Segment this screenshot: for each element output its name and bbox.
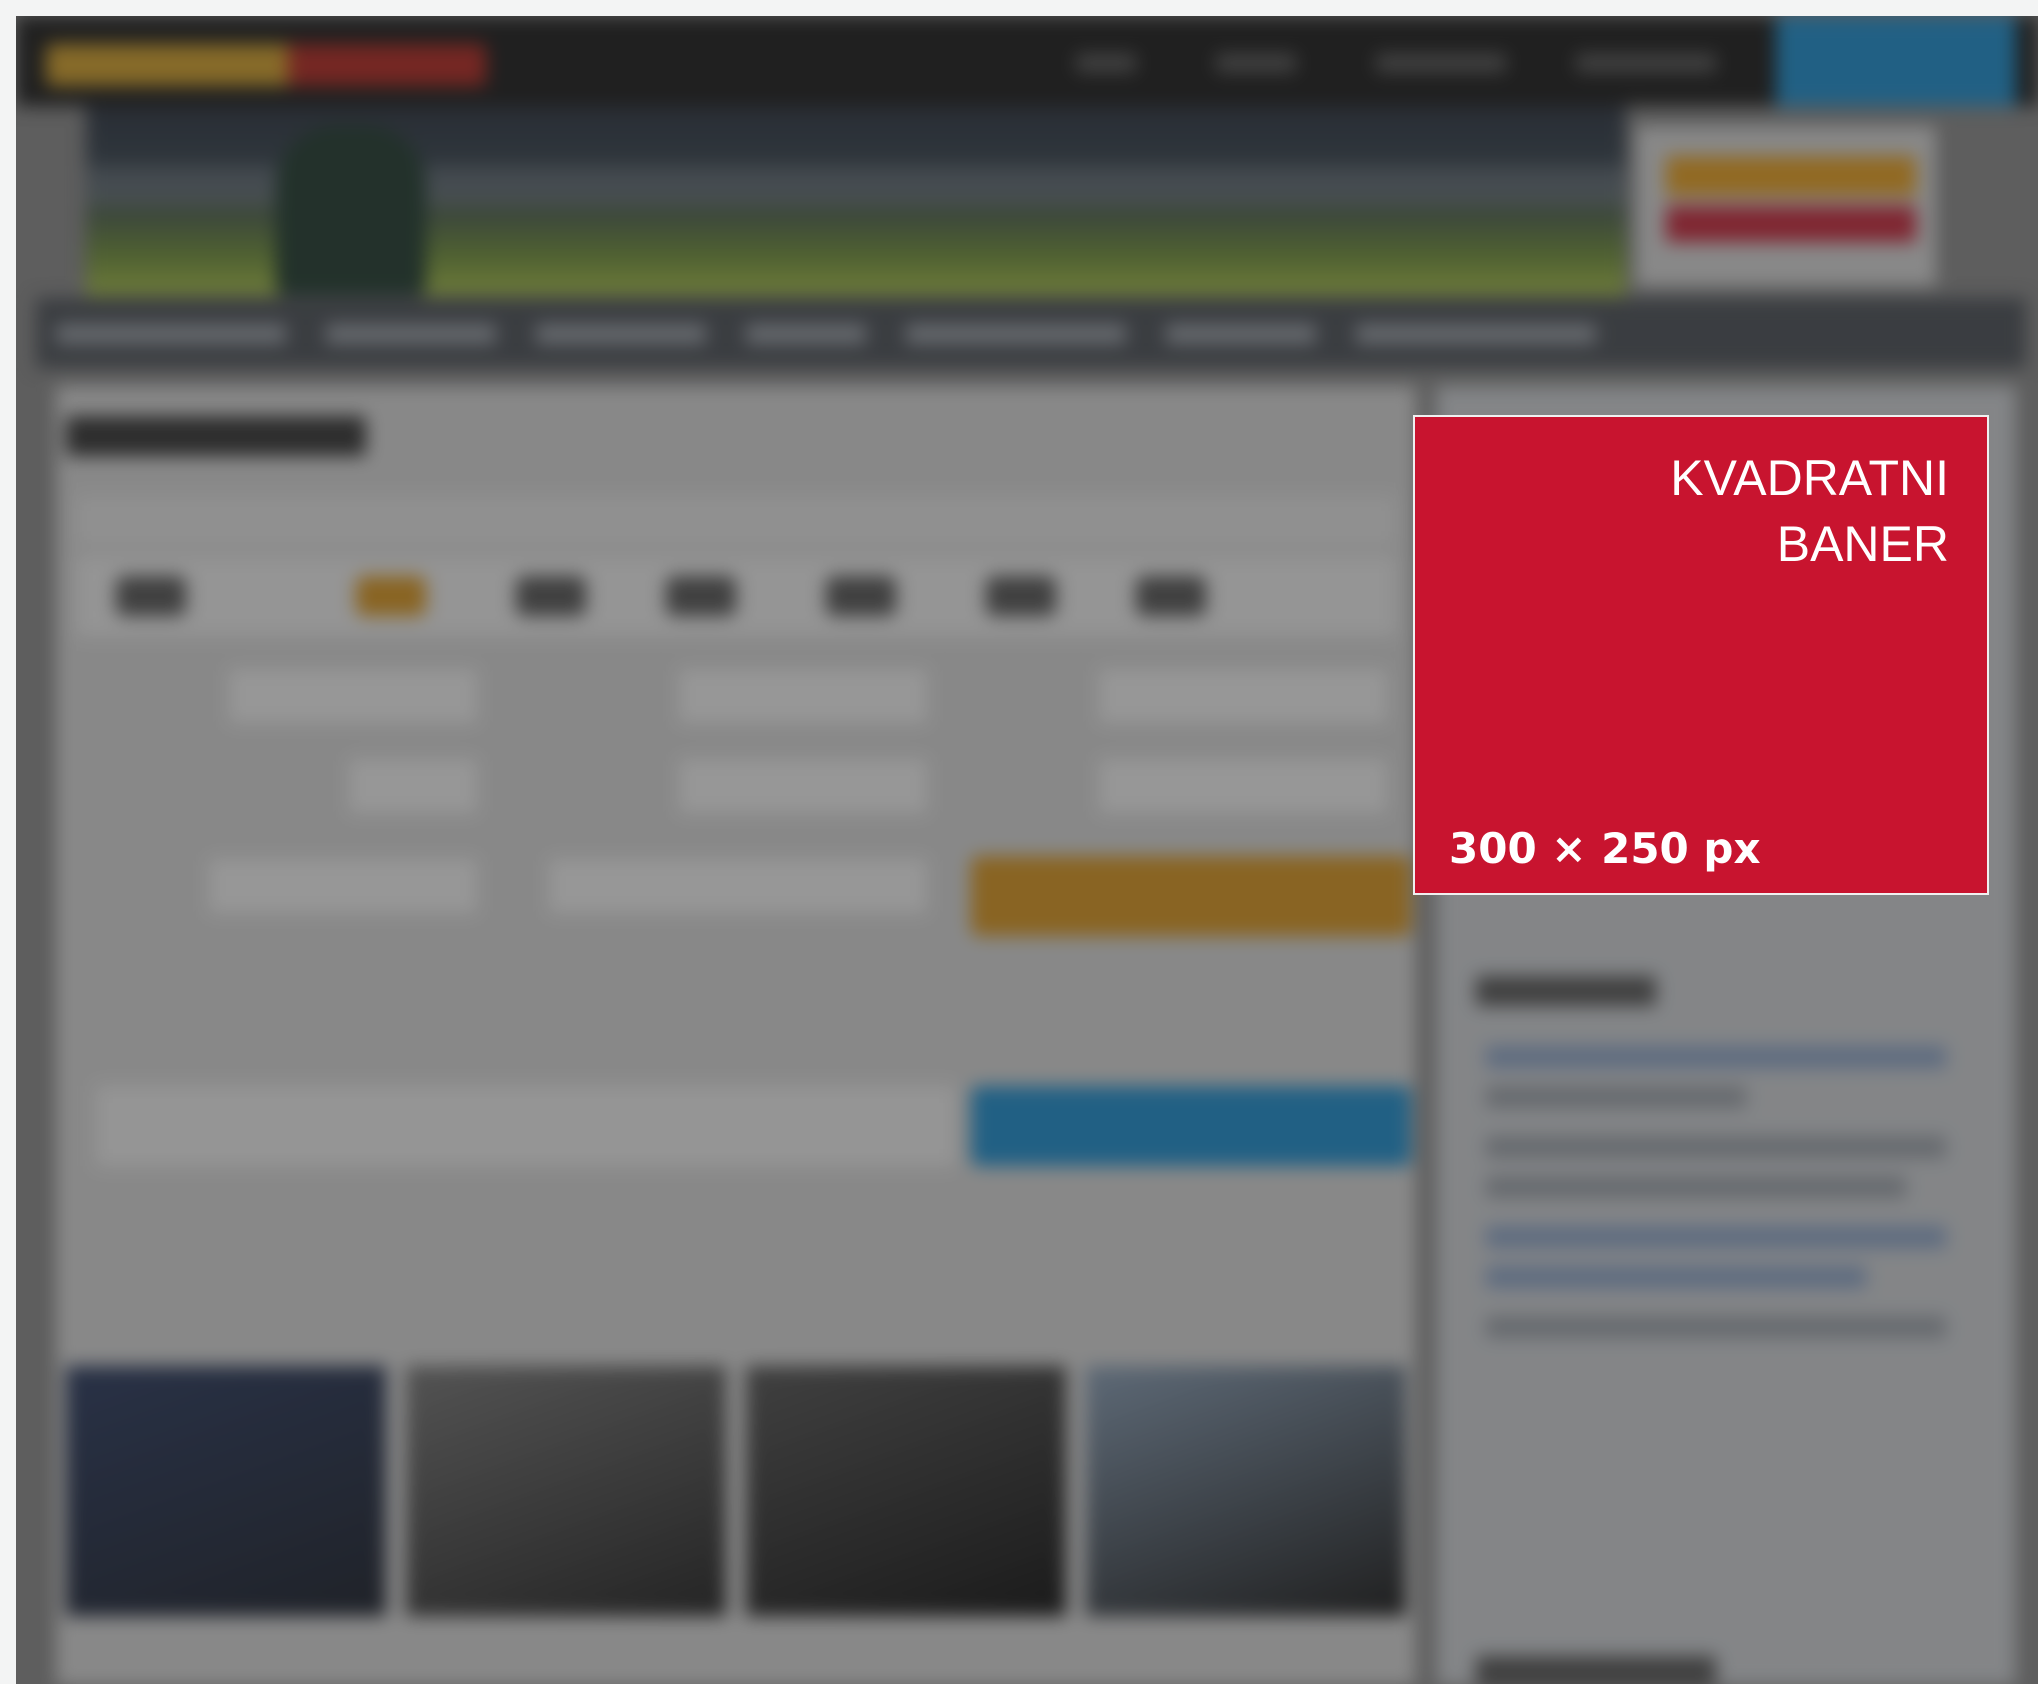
ad-size-label: 300 × 250 px <box>1449 824 1761 873</box>
square-banner-ad[interactable]: KVADRATNI BANER 300 × 250 px <box>1413 415 1989 895</box>
ad-title: KVADRATNI BANER <box>1670 450 1949 572</box>
